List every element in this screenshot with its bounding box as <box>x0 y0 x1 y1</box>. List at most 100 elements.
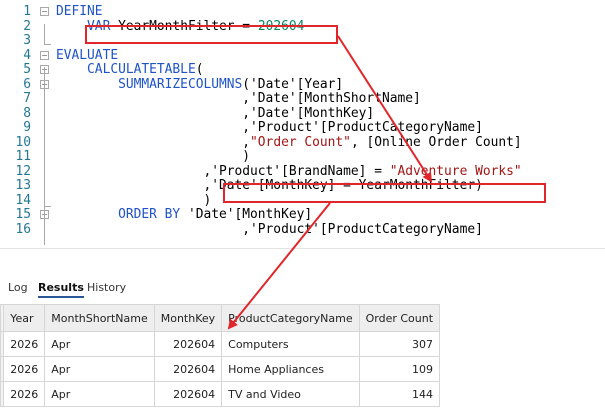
code-text: ) <box>56 149 251 165</box>
column-header[interactable]: ProductCategoryName <box>221 304 360 332</box>
table-cell[interactable]: Computers <box>221 331 360 357</box>
table-row[interactable]: 2026 Apr 202604 TV and Video 144 <box>0 381 605 407</box>
tab-history[interactable]: History <box>87 281 126 294</box>
code-text: ,'Product'[ProductCategoryName] <box>56 120 483 136</box>
line-number: 11 <box>15 149 31 164</box>
code-token: ('Date'[Year] <box>242 76 344 92</box>
fold-toggle-icon[interactable] <box>40 7 49 16</box>
code-token: EVALUATE <box>56 47 119 63</box>
code-token: ) <box>56 192 212 208</box>
code-token: ,'Date'[MonthShortName] <box>56 91 421 106</box>
tab-log[interactable]: Log <box>8 281 28 294</box>
column-header[interactable]: Order Count <box>358 304 441 332</box>
code-line: 6 SUMMARIZECOLUMNS('Date'[Year] <box>0 76 605 93</box>
table-cell[interactable]: 202604 <box>153 331 223 357</box>
column-header[interactable]: MonthKey <box>153 304 223 332</box>
table-cell[interactable]: 2026 <box>3 381 46 407</box>
code-line: 15 ORDER BY 'Date'[MonthKey] <box>0 207 605 223</box>
code-line: 5 CALCULATETABLE( <box>0 62 605 78</box>
code-token: ORDER BY <box>118 207 181 222</box>
code-line: 9 ,'Product'[ProductCategoryName] <box>0 120 605 136</box>
code-token: ) <box>56 149 251 164</box>
code-line: 12 ,'Product'[BrandName] = "Adventure Wo… <box>0 163 605 180</box>
header-filler <box>440 305 605 332</box>
code-token: ,'Product'[ProductCategoryName] <box>56 120 483 135</box>
code-token: ,'Date'[MonthKey] <box>56 105 375 121</box>
code-text: ) <box>56 192 212 209</box>
code-line: 7 ,'Date'[MonthShortName] <box>0 91 605 107</box>
column-header[interactable]: Year <box>3 304 46 332</box>
line-number: 10 <box>15 134 31 150</box>
code-token: , [Online Order Count] <box>350 134 522 150</box>
code-text: ,'Product'[ProductCategoryName] <box>56 221 483 238</box>
code-token: 'Date'[MonthKey] <box>180 207 313 222</box>
table-cell[interactable]: TV and Video <box>221 381 360 407</box>
line-number: 15 <box>15 207 31 222</box>
code-token: , <box>56 134 251 150</box>
table-cell[interactable]: Apr <box>44 381 155 407</box>
code-token: ( <box>195 62 204 77</box>
code-line: 1 DEFINE <box>0 4 605 20</box>
table-cell[interactable]: 202604 <box>153 381 223 407</box>
header-row: Year MonthShortName MonthKey ProductCategor… <box>0 304 605 332</box>
table-cell[interactable]: Apr <box>44 331 155 357</box>
fold-guide-end-define <box>44 44 51 45</box>
line-number: 7 <box>23 91 31 106</box>
line-number: 14 <box>15 192 31 208</box>
line-number: 8 <box>23 105 31 121</box>
code-text: ,"Order Count", [Online Order Count] <box>56 134 522 151</box>
table-cell[interactable]: 202604 <box>153 356 223 382</box>
code-token: ,'Product'[ProductCategoryName] <box>56 221 483 237</box>
fold-guide-end-calculatetable <box>44 206 51 207</box>
fold-toggle-icon[interactable] <box>40 50 49 60</box>
code-line: 8 ,'Date'[MonthKey] <box>0 105 605 122</box>
table-cell[interactable]: 144 <box>358 381 441 407</box>
column-header[interactable]: MonthShortName <box>44 304 155 332</box>
code-token: CALCULATETABLE <box>87 62 196 77</box>
filter-highlight-box <box>223 183 546 203</box>
line-number: 3 <box>23 33 31 48</box>
code-text: ,'Date'[MonthKey] <box>56 105 375 122</box>
code-text: SUMMARIZECOLUMNS('Date'[Year] <box>56 76 344 93</box>
line-number: 1 <box>23 4 31 19</box>
code-text: EVALUATE <box>56 47 119 64</box>
code-token: ,'Product'[BrandName] = <box>56 163 390 179</box>
code-text: ,'Product'[BrandName] = "Adventure Works… <box>56 163 522 180</box>
output-tabs: Log Results History <box>0 278 605 300</box>
tab-results[interactable]: Results <box>38 281 84 298</box>
results-table: Year MonthShortName MonthKey ProductCategor… <box>0 304 605 407</box>
code-token: "Order Count" <box>250 134 351 150</box>
table-cell[interactable]: 307 <box>358 331 441 357</box>
table-cell[interactable]: 109 <box>358 356 441 382</box>
line-number: 16 <box>15 221 31 237</box>
table-cell[interactable]: 2026 <box>3 356 46 382</box>
table-cell[interactable]: Apr <box>44 356 155 382</box>
dax-query-editor[interactable]: 1DEFINE2 VAR YearMonthFilter = 20260434E… <box>0 0 605 249</box>
line-number: 9 <box>23 120 31 135</box>
table-row[interactable]: 2026 Apr 202604 Home Appliances 109 <box>0 356 605 382</box>
var-highlight-box <box>85 25 338 44</box>
line-number: 6 <box>23 76 31 92</box>
code-text: ,'Date'[MonthShortName] <box>56 91 421 107</box>
code-token: DEFINE <box>56 4 103 19</box>
fold-guide-evaluate <box>44 67 45 245</box>
line-number: 2 <box>23 18 31 34</box>
fold-guide-define <box>44 24 45 44</box>
code-line: 11 ) <box>0 149 605 165</box>
results-body: 2026 Apr 202604 Computers 307 2026 Apr 202604 Ho… <box>0 331 605 407</box>
code-text: CALCULATETABLE( <box>56 62 204 78</box>
line-number: 4 <box>23 47 31 63</box>
code-token: SUMMARIZECOLUMNS <box>118 76 243 92</box>
table-cell[interactable]: Home Appliances <box>221 356 360 382</box>
code-text: ORDER BY 'Date'[MonthKey] <box>56 207 313 223</box>
line-number: 12 <box>15 163 31 179</box>
line-number: 5 <box>23 62 31 77</box>
table-row[interactable]: 2026 Apr 202604 Computers 307 <box>0 331 605 357</box>
code-token: "Adventure Works" <box>389 163 522 179</box>
code-text: DEFINE <box>56 4 103 20</box>
table-cell[interactable]: 2026 <box>3 331 46 357</box>
